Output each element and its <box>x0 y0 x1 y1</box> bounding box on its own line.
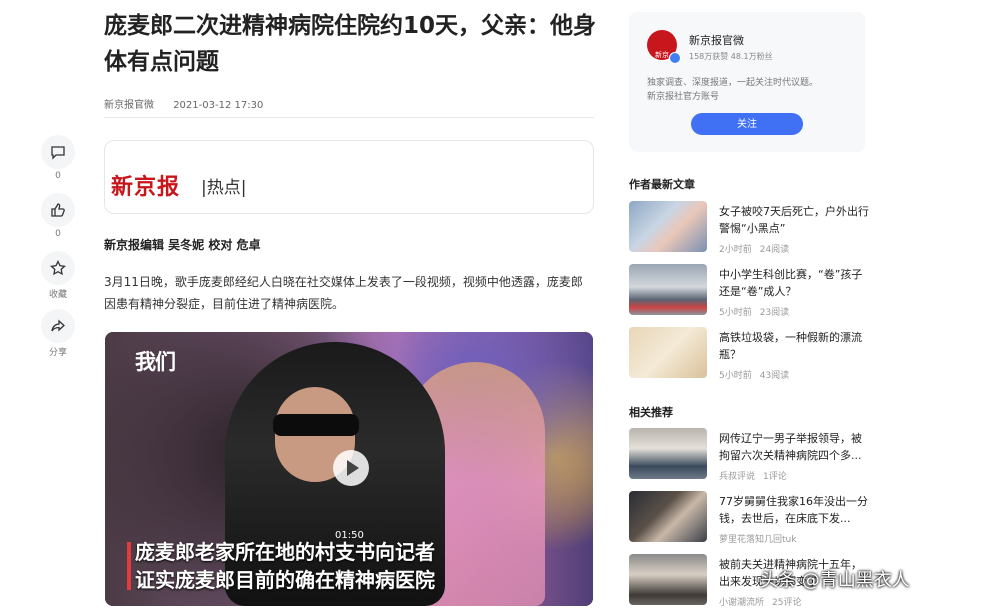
author-desc-line-1: 独家调查、深度报道，一起关注时代议题。 <box>647 78 819 88</box>
like-button[interactable] <box>41 193 75 227</box>
article-time: 5小时前 <box>719 308 752 318</box>
related-thumbnail <box>629 428 707 479</box>
article-title: 庞麦郎二次进精神病院住院约10天，父亲：他身体有点问题 <box>104 13 597 75</box>
related-title[interactable]: 网传辽宁一男子举报领导，被拘留六次关精神病院四个多... <box>719 430 869 464</box>
video-caption: 庞麦郎老家所在地的村支书向记者 证实庞麦郎目前的确在精神病医院 <box>135 538 435 594</box>
latest-article-item[interactable]: 高铁垃圾袋，一种假新的漂流瓶？ 5小时前 43阅读 <box>629 327 869 381</box>
article-thumbnail <box>629 201 707 252</box>
watermark: 头条 @青山黑衣人 <box>760 570 910 591</box>
latest-article-meta: 5小时前 23阅读 <box>719 305 797 318</box>
xinjingbao-banner: 新京报 |热点| <box>104 140 594 214</box>
article-time: 2小时前 <box>719 245 752 255</box>
author-name[interactable]: 新京报官微 <box>689 32 744 48</box>
related-comments: 25评论 <box>772 598 802 608</box>
play-icon[interactable] <box>333 450 369 486</box>
related-source: 小谢潮流所 <box>719 598 765 608</box>
article-meta: 新京报官微 2021-03-12 17:30 <box>104 96 279 111</box>
latest-article-title[interactable]: 中小学生科创比赛，“卷”孩子还是“卷”成人？ <box>719 266 869 300</box>
author-desc-line-2: 新京报社官方账号 <box>647 92 720 102</box>
latest-article-item[interactable]: 中小学生科创比赛，“卷”孩子还是“卷”成人？ 5小时前 23阅读 <box>629 264 869 318</box>
favorite-button[interactable] <box>41 251 75 285</box>
comment-count: 0 <box>55 171 61 181</box>
article-reads: 43阅读 <box>759 371 790 381</box>
video-logo: 我们 <box>135 350 176 374</box>
share-button[interactable] <box>41 309 75 343</box>
latest-article-meta: 2小时前 24阅读 <box>719 242 797 255</box>
thumbs-up-icon <box>51 203 65 217</box>
comment-button[interactable] <box>41 135 75 169</box>
article-reads: 24阅读 <box>759 245 790 255</box>
author-card: 新京 新京报官微 158万获赞 48.1万粉丝 独家调查、深度报道，一起关注时代… <box>629 12 865 152</box>
related-meta: 萝里花落知几回tuk <box>719 532 812 545</box>
author-description: 独家调查、深度报道，一起关注时代议题。 新京报社官方账号 <box>647 76 857 104</box>
video-player[interactable]: 我们 01:50 庞麦郎老家所在地的村支书向记者 证实庞麦郎目前的确在精神病医院 <box>105 332 593 606</box>
article-source[interactable]: 新京报官微 <box>104 100 154 111</box>
article-date: 2021-03-12 17:30 <box>173 100 264 111</box>
latest-article-meta: 5小时前 43阅读 <box>719 368 797 381</box>
related-item[interactable]: 网传辽宁一男子举报领导，被拘留六次关精神病院四个多... 兵叔评说 1评论 <box>629 428 869 482</box>
like-count: 0 <box>55 229 61 239</box>
caption-line-2: 证实庞麦郎目前的确在精神病医院 <box>135 568 435 592</box>
author-stats: 158万获赞 48.1万粉丝 <box>689 52 773 61</box>
related-thumbnail <box>629 554 707 605</box>
share-icon <box>51 319 65 332</box>
related-item[interactable]: 77岁舅舅住我家16年没出一分钱，去世后，在床底下发... 萝里花落知几回tuk <box>629 491 869 545</box>
related-meta: 小谢潮流所 25评论 <box>719 595 809 608</box>
divider <box>104 117 594 118</box>
related-source: 萝里花落知几回tuk <box>719 535 797 545</box>
banner-logo: 新京报 <box>111 174 181 200</box>
latest-article-title[interactable]: 高铁垃圾袋，一种假新的漂流瓶？ <box>719 329 869 363</box>
related-comments: 1评论 <box>763 472 787 482</box>
caption-line-1: 庞麦郎老家所在地的村支书向记者 <box>135 540 435 564</box>
verified-badge-icon <box>669 52 681 64</box>
banner-tag: |热点| <box>201 178 247 198</box>
sunglasses <box>273 414 359 436</box>
latest-articles-heading: 作者最新文章 <box>629 178 695 191</box>
share-label: 分享 <box>48 348 67 358</box>
article-time: 5小时前 <box>719 371 752 381</box>
related-heading: 相关推荐 <box>629 406 673 419</box>
latest-article-item[interactable]: 女子被咬7天后死亡，户外出行警惕“小黑点” 2小时前 24阅读 <box>629 201 869 255</box>
follow-button[interactable]: 关注 <box>691 113 803 135</box>
caption-accent-bar <box>127 542 131 590</box>
comment-icon <box>51 146 65 160</box>
latest-article-title[interactable]: 女子被咬7天后死亡，户外出行警惕“小黑点” <box>719 203 869 237</box>
star-icon <box>50 260 66 276</box>
related-meta: 兵叔评说 1评论 <box>719 469 795 482</box>
related-thumbnail <box>629 491 707 542</box>
related-title[interactable]: 77岁舅舅住我家16年没出一分钱，去世后，在床底下发... <box>719 493 869 527</box>
related-source: 兵叔评说 <box>719 472 756 482</box>
favorite-label: 收藏 <box>48 290 67 300</box>
editor-line: 新京报编辑 吴冬妮 校对 危卓 <box>104 238 261 252</box>
article-thumbnail <box>629 264 707 315</box>
article-paragraph: 3月11日晚，歌手庞麦郎经纪人白晓在社交媒体上发表了一段视频，视频中他透露，庞麦… <box>104 275 583 311</box>
article-thumbnail <box>629 327 707 378</box>
article-reads: 23阅读 <box>759 308 790 318</box>
